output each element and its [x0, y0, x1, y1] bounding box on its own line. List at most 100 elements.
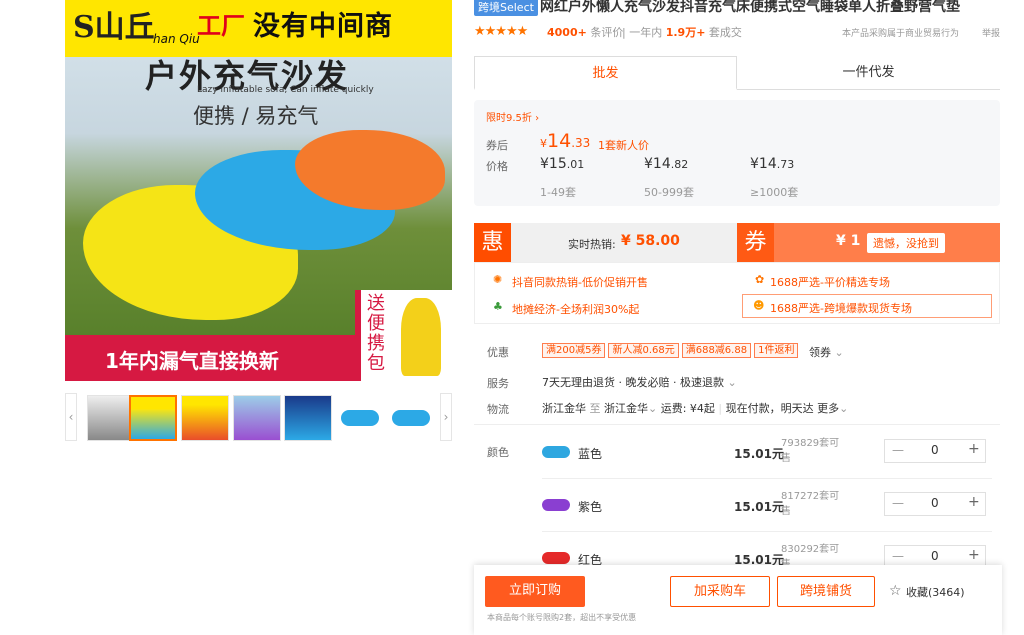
discount-chip[interactable]: 满688减6.88: [681, 343, 752, 358]
divider: |: [718, 402, 723, 415]
chevron-down-icon: ⌄: [727, 376, 737, 389]
review-count[interactable]: 4000+ 条评价: [547, 24, 623, 40]
chevron-down-icon: ⌄: [648, 402, 658, 415]
price-label: 价格: [486, 160, 508, 173]
hot-sale-price: ¥ 58.00: [621, 233, 680, 249]
more-label: 更多: [817, 402, 840, 415]
thumbnail-1[interactable]: [87, 395, 135, 441]
tier-int: 14: [652, 156, 671, 172]
brand-logo-sub: han Qiu: [153, 32, 200, 46]
service-dropdown[interactable]: 7天无理由退货 · 晚发必赔 · 极速退款 ⌄: [542, 374, 737, 390]
tier-dec: .82: [670, 158, 689, 171]
review-count-label: 条评价: [590, 26, 624, 39]
slogan-text: 没有中间商: [253, 11, 393, 42]
image-tagline-en: Lazy inflatable sofa, Can inflate quickl…: [197, 85, 374, 95]
sku-price: 15.01元: [734, 500, 784, 514]
feature-cross-border-label: 1688严选-跨境爆款现货专场: [770, 302, 912, 315]
sales-prefix: 一年内: [629, 26, 663, 39]
purchase-mode-tabs: 批发 一件代发: [474, 56, 1000, 90]
sku-row: 蓝色 15.01元 793829套可售 — 0 +: [474, 426, 1000, 479]
rating-stars-icon: ★★★★★: [474, 24, 528, 39]
thumbnail-prev-button[interactable]: ‹: [65, 393, 77, 441]
service-text: 7天无理由退货 · 晚发必赔 · 极速退款: [542, 376, 724, 389]
sku-stock: 793829套可售: [781, 438, 840, 464]
flower-icon: ✿: [755, 273, 765, 286]
plus-button[interactable]: +: [968, 494, 980, 510]
review-count-number: 4000+: [547, 26, 587, 39]
tier-currency: ¥: [644, 156, 653, 172]
hot-sale-label: 实时热销:: [568, 238, 616, 251]
face-icon: ☻: [753, 299, 765, 312]
main-product-image[interactable]: S山丘 han Qiu 工厂 没有中间商 户外充气沙发 Lazy inflata…: [65, 0, 452, 381]
buy-now-button[interactable]: 立即订购: [485, 576, 585, 607]
sku-thumbnail[interactable]: [542, 446, 570, 458]
sku-stock: 817272套可售: [781, 491, 840, 517]
tier-price-2: ¥14.82: [644, 156, 688, 172]
minus-button[interactable]: —: [892, 549, 904, 563]
to-word: 至: [589, 402, 601, 415]
feature-stall[interactable]: 地摊经济-全场利润30%起: [512, 301, 639, 317]
thumbnail-next-button[interactable]: ›: [440, 393, 452, 441]
ship-time: 现在付款，明天达: [725, 402, 814, 415]
cross-border-badge: 跨境Select: [474, 0, 538, 16]
thumbnail-5[interactable]: [284, 395, 332, 441]
deal-banner: 惠 实时热销: ¥ 58.00 券 ¥ 1 遗憾，没抢到: [474, 223, 1000, 262]
sales-number: 1.9万+: [665, 26, 706, 39]
thumbnail-4[interactable]: [233, 395, 281, 441]
thumbnail-3[interactable]: [181, 395, 229, 441]
tier-range-2: 50-999套: [644, 186, 694, 199]
tab-wholesale[interactable]: 批发: [474, 56, 737, 90]
promo-features: ✺ 抖音同款热销-低价促销开售 ✿ 1688严选-平价精选专场 ♣ 地摊经济-全…: [474, 262, 1000, 324]
feature-1688-select[interactable]: 1688严选-平价精选专场: [770, 274, 890, 290]
sales-count: | 一年内 1.9万+ 套成交: [622, 26, 742, 39]
tier-int: 14: [758, 156, 777, 172]
plus-button[interactable]: +: [968, 441, 980, 457]
quantity-value[interactable]: 0: [931, 549, 939, 563]
feature-douyin[interactable]: 抖音同款热销-低价促销开售: [512, 274, 648, 290]
tier-price-3: ¥14.73: [750, 156, 794, 172]
report-link[interactable]: 举报: [982, 26, 1000, 39]
tier-int: 15: [548, 156, 567, 172]
price-panel: 限时9.5折 › 券后 ¥14.33 1套新人价 价格 ¥15.01 ¥14.8…: [474, 100, 1000, 206]
quan-icon: 券: [737, 223, 774, 262]
minus-button[interactable]: —: [892, 443, 904, 457]
tab-dropship[interactable]: 一件代发: [737, 56, 1000, 90]
after-coupon-dec: .33: [571, 136, 591, 150]
freight: 运费: ¥4起: [660, 402, 715, 415]
discount-chip[interactable]: 新人减0.68元: [608, 343, 679, 358]
star-icon: ☆: [889, 583, 902, 599]
after-coupon-price: ¥14.33: [540, 130, 590, 152]
chevron-down-icon: ⌄: [834, 346, 844, 359]
minus-button[interactable]: —: [892, 496, 904, 510]
sku-name: 蓝色: [578, 447, 603, 461]
logistics-row: 浙江金华 至 浙江金华⌄ 运费: ¥4起 | 现在付款，明天达 更多⌄: [542, 400, 848, 416]
tier-range-3: ≥1000套: [750, 186, 799, 199]
sku-thumbnail[interactable]: [542, 552, 570, 564]
ship-from: 浙江金华: [542, 402, 586, 415]
favorite-button[interactable]: 收藏(3464): [906, 584, 965, 600]
promo-link[interactable]: 限时9.5折 ›: [486, 109, 539, 124]
hui-icon: 惠: [474, 223, 511, 262]
add-to-cart-button[interactable]: 加采购车: [670, 576, 770, 607]
quantity-value[interactable]: 0: [931, 496, 939, 510]
quantity-value[interactable]: 0: [931, 443, 939, 457]
thumbnail-7[interactable]: [387, 395, 435, 441]
cross-border-button[interactable]: 跨境铺货: [777, 576, 875, 607]
quantity-stepper: — 0 +: [884, 439, 986, 463]
discount-chip[interactable]: 满200减5券: [542, 343, 606, 358]
feature-cross-border[interactable]: ☻ 1688严选-跨境爆款现货专场: [742, 294, 992, 318]
get-coupon-dropdown[interactable]: 领券 ⌄: [809, 344, 844, 360]
sku-thumbnail[interactable]: [542, 499, 570, 511]
sku-row: 紫色 15.01元 817272套可售 — 0 +: [474, 479, 1000, 532]
plus-button[interactable]: +: [968, 547, 980, 563]
discount-chip[interactable]: 1件返利: [754, 343, 799, 358]
tier-dec: .73: [776, 158, 795, 171]
coupon-status-button[interactable]: 遗憾，没抢到: [867, 233, 945, 253]
ship-to-dropdown[interactable]: 浙江金华⌄: [604, 402, 657, 415]
leaf-icon: ♣: [493, 300, 503, 313]
thumbnail-2[interactable]: [129, 395, 177, 441]
discount-label: 优惠: [487, 346, 509, 359]
divider: [474, 424, 1000, 425]
thumbnail-6[interactable]: [336, 395, 384, 441]
more-dropdown[interactable]: 更多⌄: [817, 402, 848, 415]
